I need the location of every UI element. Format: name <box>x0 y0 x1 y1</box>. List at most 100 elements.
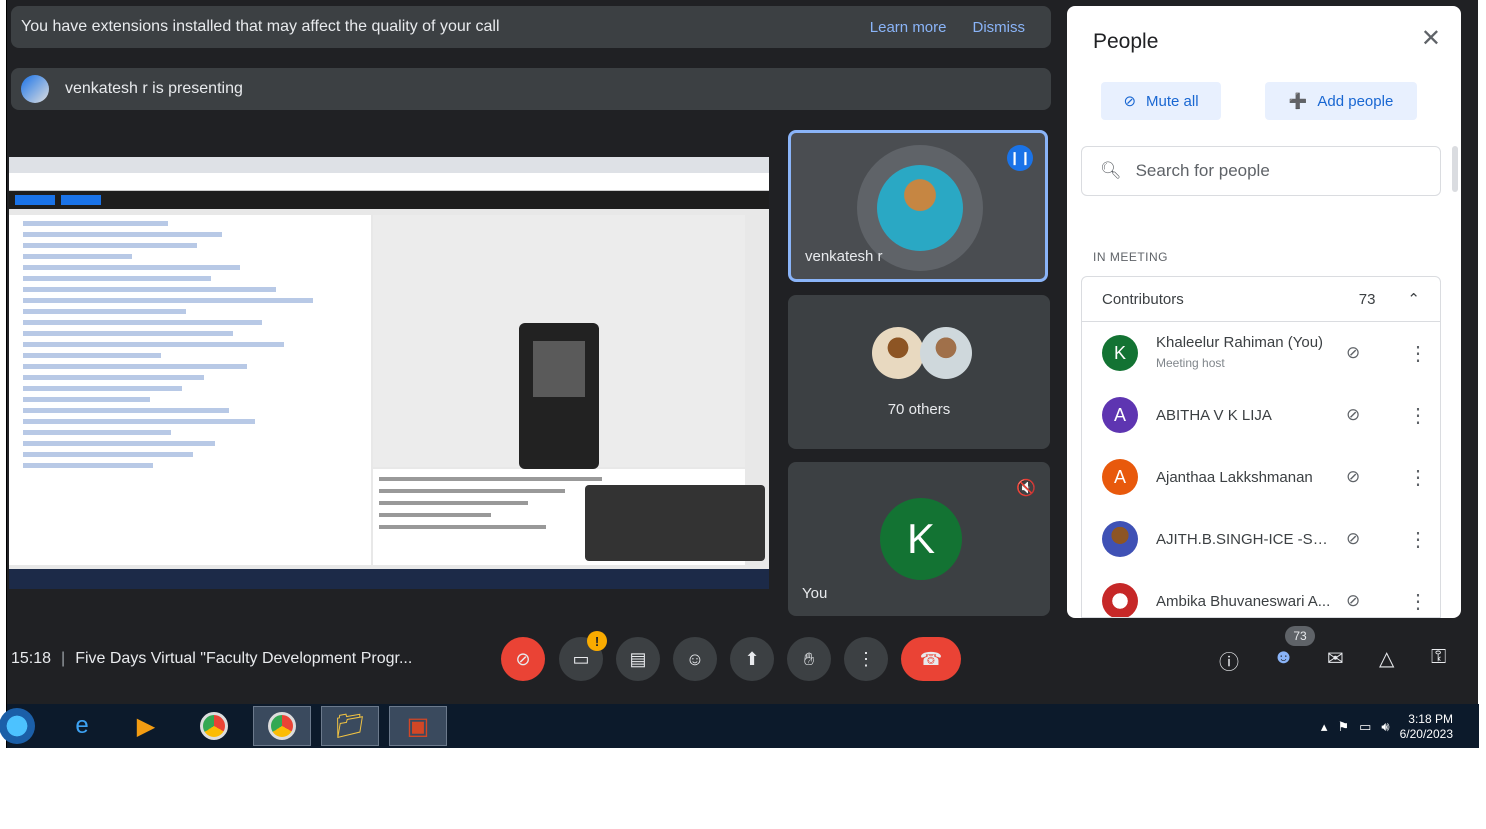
hang-up-icon: ☎︎ <box>919 648 943 669</box>
network-icon[interactable]: ▭ <box>1359 719 1371 735</box>
avatar <box>1102 521 1138 557</box>
list-item[interactable]: A Ajanthaa Lakkshmanan ⊘ ⋮ <box>1082 452 1440 502</box>
presenting-text: venkatesh r is presenting <box>65 80 243 97</box>
mic-off-icon[interactable]: ⊘ <box>1346 343 1360 363</box>
mute-all-button[interactable]: ⊘ Mute all <box>1101 82 1221 120</box>
more-options-icon[interactable]: ⋮ <box>1408 527 1428 552</box>
contributors-header[interactable]: Contributors 73 ⌃ <box>1081 276 1441 322</box>
shared-browser-urlbar <box>9 173 769 191</box>
mic-off-icon[interactable]: ⊘ <box>1346 529 1360 549</box>
clock-time: 3:18 PM <box>1408 712 1453 726</box>
participant-name: ABITHA V K LIJA <box>1156 406 1272 424</box>
add-people-button[interactable]: ➕ Add people <box>1265 82 1417 120</box>
mic-off-icon: ⊘ <box>1123 93 1137 110</box>
participant-name: Ajanthaa Lakkshmanan <box>1156 468 1313 486</box>
avatar <box>1102 583 1138 617</box>
mic-off-icon[interactable]: ⊘ <box>1346 591 1360 611</box>
shared-code-editor <box>9 215 371 565</box>
meeting-info: 15:18 | Five Days Virtual "Faculty Develop… <box>11 650 413 667</box>
close-icon[interactable]: ✕ <box>1421 24 1441 53</box>
list-item[interactable]: AJITH.B.SINGH-ICE -SK... ⊘ ⋮ <box>1082 514 1440 564</box>
dismiss-link[interactable]: Dismiss <box>973 19 1026 36</box>
person-add-icon: ➕ <box>1288 93 1308 110</box>
more-options-icon[interactable]: ⋮ <box>1408 403 1428 428</box>
host-controls-icon[interactable]: ⚿ <box>1431 646 1446 669</box>
list-item[interactable]: K Khaleelur Rahiman (You) Meeting host ⊘… <box>1082 328 1440 378</box>
people-panel-title: People <box>1093 30 1159 53</box>
reactions-button[interactable]: ☺ <box>673 637 717 681</box>
camera-button[interactable]: ▭ ! <box>559 631 607 681</box>
panel-scrollbar[interactable] <box>1452 146 1458 192</box>
contributors-label: Contributors <box>1102 290 1184 308</box>
presenter-photo <box>877 165 963 251</box>
start-button[interactable] <box>0 708 35 744</box>
chrome-icon[interactable] <box>185 706 243 746</box>
self-tile[interactable]: 🔇 K You <box>788 462 1050 616</box>
media-player-icon[interactable]: ▶ <box>117 706 175 746</box>
mute-all-label: Mute all <box>1146 92 1199 110</box>
search-people-input[interactable]: 🔍︎ Search for people <box>1081 146 1441 196</box>
camera-icon: ▭ <box>572 648 590 669</box>
info-icon[interactable]: ⓘ <box>1219 646 1239 675</box>
people-panel: People ✕ ⊘ Mute all ➕ Add people 🔍︎ Sear… <box>1067 6 1461 618</box>
shared-screen-toast <box>585 485 765 561</box>
more-vert-icon: ⋮ <box>857 648 875 669</box>
learn-more-link[interactable]: Learn more <box>870 19 947 36</box>
flag-icon[interactable]: ⚑ <box>1337 719 1349 735</box>
list-item[interactable]: Ambika Bhuvaneswari A... ⊘ ⋮ <box>1082 576 1440 617</box>
more-options-icon[interactable]: ⋮ <box>1408 341 1428 366</box>
esp32-board-image <box>519 323 599 469</box>
powerpoint-icon[interactable]: ▣ <box>389 706 447 746</box>
search-icon: 🔍︎ <box>1100 161 1122 180</box>
people-icon[interactable]: ☻ <box>1273 646 1294 669</box>
emoji-icon: ☺ <box>685 648 705 669</box>
muted-mic-icon: 🔇 <box>1016 480 1036 497</box>
chat-icon[interactable]: ✉ <box>1327 646 1344 671</box>
more-options-icon[interactable]: ⋮ <box>1408 465 1428 490</box>
other-participant-avatar <box>872 327 924 379</box>
people-count-badge: 73 <box>1285 626 1315 646</box>
self-tile-name: You <box>802 585 828 602</box>
presenter-tile-name: venkatesh r <box>805 248 883 265</box>
in-meeting-label: IN MEETING <box>1093 250 1169 264</box>
tray-arrow-icon[interactable]: ▴ <box>1321 719 1328 735</box>
raise-hand-button[interactable]: ✋︎ <box>787 637 831 681</box>
avatar: A <box>1102 397 1138 433</box>
file-explorer-icon[interactable]: 📁︎ <box>321 706 379 746</box>
participant-name: Khaleelur Rahiman (You) <box>1156 334 1324 351</box>
others-tile[interactable]: 70 others <box>788 295 1050 449</box>
mic-off-icon: ⊘ <box>515 648 531 669</box>
shared-app-toolbar <box>9 191 769 209</box>
mic-off-icon[interactable]: ⊘ <box>1346 405 1360 425</box>
others-caption: 70 others <box>887 401 951 418</box>
present-button[interactable]: ⬆ <box>730 637 774 681</box>
more-options-icon[interactable]: ⋮ <box>1408 589 1428 614</box>
avatar: K <box>1102 335 1138 371</box>
internet-explorer-icon[interactable]: e <box>53 706 111 746</box>
call-controls-bar: 15:18 | Five Days Virtual "Faculty Develop… <box>7 626 1479 698</box>
shared-simulator-pane <box>373 215 745 469</box>
more-options-button[interactable]: ⋮ <box>844 637 888 681</box>
meeting-title: Five Days Virtual "Faculty Development P… <box>75 650 413 667</box>
captions-button[interactable]: ▤ <box>616 637 660 681</box>
extension-notice-bar: You have extensions installed that may a… <box>11 6 1051 48</box>
list-item[interactable]: A ABITHA V K LIJA ⊘ ⋮ <box>1082 390 1440 440</box>
presenting-bar: venkatesh r is presenting <box>11 68 1051 110</box>
shared-screen <box>9 157 769 589</box>
present-screen-icon: ⬆ <box>744 648 760 669</box>
volume-icon[interactable]: 🔊︎ <box>1381 719 1389 735</box>
meeting-time: 15:18 <box>11 650 52 667</box>
activities-icon[interactable]: △ <box>1379 646 1394 671</box>
taskbar-clock[interactable]: 3:18 PM 6/20/2023 <box>1400 712 1453 742</box>
presenter-avatar <box>21 75 49 103</box>
chrome-active-icon[interactable] <box>253 706 311 746</box>
leave-call-button[interactable]: ☎︎ <box>901 637 961 681</box>
participant-name: Ambika Bhuvaneswari A... <box>1156 592 1331 610</box>
microphone-button[interactable]: ⊘ <box>501 637 545 681</box>
shared-browser-tabs <box>9 157 769 173</box>
presenter-tile[interactable]: ❙❙ venkatesh r <box>788 130 1048 282</box>
meet-window: You have extensions installed that may a… <box>0 0 1479 748</box>
mic-off-icon[interactable]: ⊘ <box>1346 467 1360 487</box>
hand-icon: ✋︎ <box>803 648 815 669</box>
avatar: A <box>1102 459 1138 495</box>
